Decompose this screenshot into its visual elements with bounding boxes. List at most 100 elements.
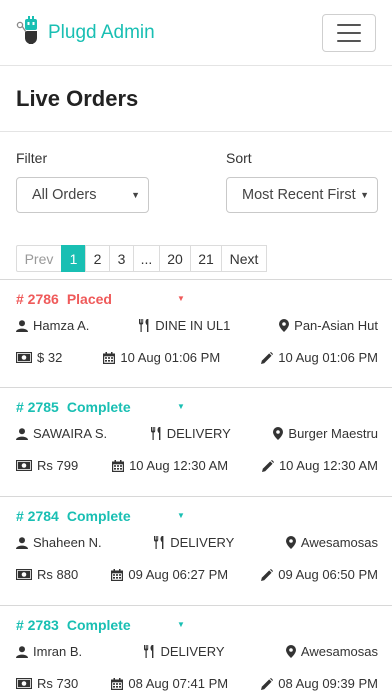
order-row-meta: Rs 880 09 Aug 06:27 PM 09 Aug 06:50 PM [16,567,378,582]
customer-name: Shaheen N. [33,535,102,550]
order-card[interactable]: # 2783 Complete ▼ Imran B. DELIVERY Awes… [0,606,392,696]
pagination-prev[interactable]: Prev [16,245,62,272]
order-card[interactable]: # 2784 Complete ▼ Shaheen N. DELIVERY Aw… [0,497,392,606]
menu-toggle-button[interactable] [322,13,376,52]
order-amount: Rs 799 [16,458,78,473]
hamburger-icon [337,39,361,42]
restaurant-name: Awesamosas [300,644,378,659]
page-link-2[interactable]: 2 [85,245,110,272]
order-mode-label: DELIVERY [166,426,231,441]
order-customer: Imran B. [16,644,82,659]
navbar: Plugd Admin [0,0,392,66]
order-row-info: Hamza A. DINE IN UL1 Pan-Asian Hut [16,318,378,333]
restaurant-name: Pan-Asian Hut [294,318,378,333]
page-header: Live Orders [0,66,392,132]
order-status: Complete [66,617,131,633]
order-row-meta: Rs 799 10 Aug 12:30 AM 10 Aug 12:30 AM [16,458,378,473]
map-marker-icon [285,536,296,549]
brand-link[interactable]: Plugd Admin [16,15,155,50]
status-dropdown-caret-icon[interactable]: ▼ [177,511,185,520]
order-amount: Rs 880 [16,567,78,582]
map-marker-icon [273,427,284,440]
order-updated-time: 09 Aug 06:50 PM [261,567,378,582]
order-mode-label: DELIVERY [160,644,225,659]
order-amount-value: Rs 799 [37,458,79,473]
updated-time-value: 10 Aug 12:30 AM [278,458,378,473]
page-link-21[interactable]: 21 [190,245,222,272]
placed-time-value: 10 Aug 12:30 AM [129,458,229,473]
restaurant-name: Burger Maestru [288,426,378,441]
user-icon [16,427,28,440]
order-restaurant: Burger Maestru [273,426,378,441]
order-header: # 2783 Complete [16,617,131,633]
user-icon [16,536,28,549]
order-mode-label: DINE IN UL1 [155,318,231,333]
calendar-icon [111,568,124,581]
sort-label: Sort [226,150,252,166]
order-restaurant: Pan-Asian Hut [279,318,378,333]
filter-label: Filter [16,150,48,166]
page-link-3[interactable]: 3 [109,245,134,272]
order-mode: DINE IN UL1 [138,318,230,333]
page-link-1[interactable]: 1 [61,245,86,272]
customer-name: Hamza A. [33,318,90,333]
order-amount-value: Rs 730 [37,676,79,691]
restaurant-name: Awesamosas [300,535,378,550]
order-customer: Shaheen N. [16,535,102,550]
orders-list: # 2786 Placed ▼ Hamza A. DINE IN UL1 Pan… [0,279,392,696]
hamburger-icon [337,31,361,34]
order-status: Complete [66,399,131,415]
order-header: # 2784 Complete [16,508,131,524]
status-dropdown-caret-icon[interactable]: ▼ [177,402,185,411]
utensils-icon [139,319,149,332]
order-row-info: Imran B. DELIVERY Awesamosas [16,644,378,659]
order-restaurant: Awesamosas [285,535,378,550]
order-placed-time: 10 Aug 01:06 PM [103,350,220,365]
updated-time-value: 08 Aug 09:39 PM [278,676,378,691]
pagination: Prev 1 2 3 ... 20 21 Next [16,245,392,272]
money-icon [16,460,32,471]
status-dropdown-caret-icon[interactable]: ▼ [177,620,185,629]
sort-select-value: Most Recent First [242,187,356,203]
updated-time-value: 10 Aug 01:06 PM [278,350,378,365]
hamburger-icon [337,23,361,26]
order-header: # 2786 Placed [16,291,112,307]
calendar-icon [112,459,125,472]
order-row-info: SAWAIRA S. DELIVERY Burger Maestru [16,426,378,441]
pencil-icon [261,568,274,581]
order-amount-value: Rs 880 [37,567,79,582]
order-updated-time: 10 Aug 12:30 AM [261,458,378,473]
chevron-down-icon: ▼ [131,190,140,200]
page-link-20[interactable]: 20 [159,245,191,272]
updated-time-value: 09 Aug 06:50 PM [278,567,378,582]
sort-group: Sort Most Recent First ▼ [226,150,378,213]
page-ellipsis: ... [133,245,160,272]
money-icon [16,569,32,580]
order-updated-time: 08 Aug 09:39 PM [261,676,378,691]
filter-select[interactable]: All Orders ▼ [16,177,149,213]
order-header: # 2785 Complete [16,399,131,415]
filter-group: Filter All Orders ▼ [16,150,149,213]
order-customer: Hamza A. [16,318,89,333]
pagination-next[interactable]: Next [221,245,267,272]
robot-plug-icon [16,15,44,50]
order-id: # 2783 [16,617,59,633]
order-card[interactable]: # 2786 Placed ▼ Hamza A. DINE IN UL1 Pan… [0,279,392,388]
filters: Filter All Orders ▼ Sort Most Recent Fir… [0,132,392,213]
utensils-icon [150,427,161,440]
sort-select[interactable]: Most Recent First ▼ [226,177,378,213]
status-dropdown-caret-icon[interactable]: ▼ [177,294,185,303]
order-placed-time: 08 Aug 07:41 PM [111,676,228,691]
order-restaurant: Awesamosas [285,644,378,659]
utensils-icon [154,536,164,549]
order-mode: DELIVERY [153,535,234,550]
brand-name: Plugd Admin [48,21,155,43]
order-card[interactable]: # 2785 Complete ▼ SAWAIRA S. DELIVERY Bu… [0,388,392,497]
order-updated-time: 10 Aug 01:06 PM [261,350,378,365]
order-id: # 2784 [16,508,59,524]
money-icon [16,352,32,363]
placed-time-value: 10 Aug 01:06 PM [120,350,221,365]
customer-name: Imran B. [33,644,83,659]
pencil-icon [261,459,274,472]
customer-name: SAWAIRA S. [33,426,108,441]
